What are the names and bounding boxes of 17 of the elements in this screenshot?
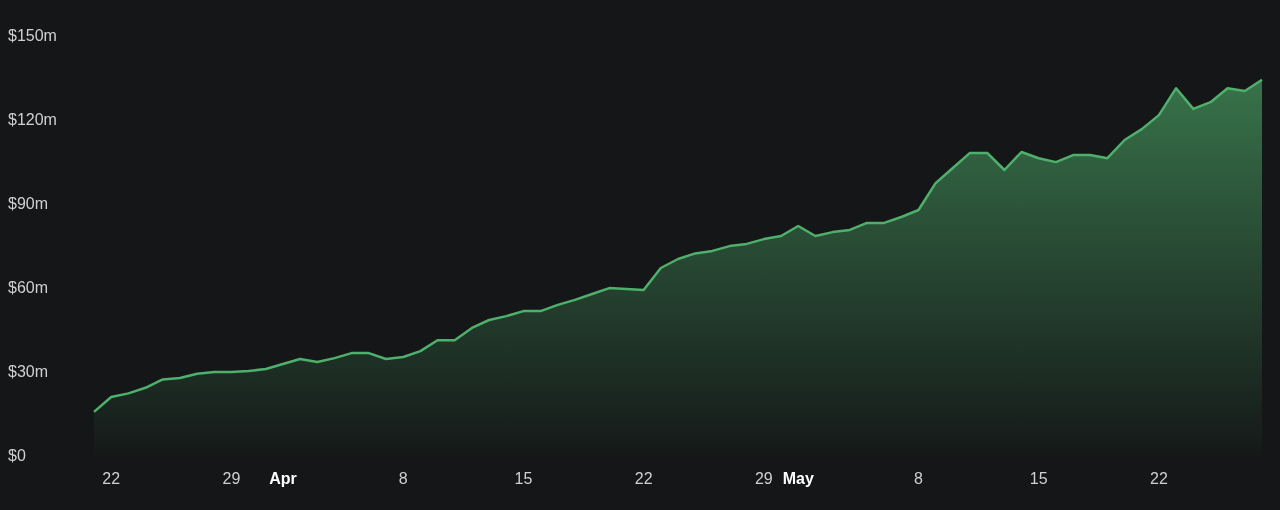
axis-tick-label: 22 [102, 470, 121, 487]
axis-tick-label: 22 [634, 470, 653, 487]
axis-tick-label: 29 [755, 470, 773, 487]
axis-tick-label: 8 [914, 470, 923, 487]
axis-tick-label: 29 [222, 470, 241, 487]
axis-tick-label: Apr [269, 470, 297, 487]
axis-tick-label: 8 [398, 470, 408, 487]
axis-tick-label: $120m [8, 111, 57, 128]
axis-tick-label: $90m [8, 195, 49, 212]
axis-tick-label: 15 [514, 470, 533, 487]
axis-tick-label: $60m [8, 279, 49, 296]
axis-tick-label: $30m [8, 363, 49, 380]
axis-tick-label: $0 [8, 447, 26, 464]
axis-tick-label: 22 [1150, 470, 1168, 487]
axis-tick-label: $150m [8, 27, 57, 44]
axis-tick-label: May [782, 470, 814, 487]
axis-tick-label: 15 [1029, 470, 1048, 487]
